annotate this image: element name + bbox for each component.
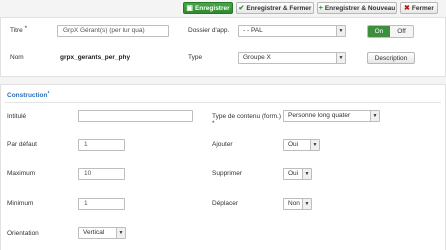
save-new-button[interactable]: + Enregistrer & Nouveau: [317, 2, 397, 14]
orientation-select[interactable]: Vertical ▼: [78, 227, 126, 239]
default-input[interactable]: 1: [78, 139, 125, 151]
max-label: Maximum: [7, 170, 36, 177]
content-type-required: *: [212, 120, 215, 127]
default-label: Par défaut: [7, 141, 37, 148]
move-select[interactable]: Non ▼: [283, 198, 312, 210]
check-icon: ✔: [238, 4, 245, 12]
chevron-down-icon: ▼: [302, 169, 311, 179]
title-input[interactable]: GrpX Gérant(s) (per lur qua): [57, 25, 169, 37]
toolbar: ▣ Enregistrer ✔ Enregistrer & Fermer + E…: [0, 0, 446, 17]
delete-select[interactable]: Oui ▼: [283, 168, 312, 180]
name-label: Nom: [10, 54, 24, 61]
add-label: Ajouter: [212, 141, 233, 148]
move-label: Déplacer: [212, 200, 239, 207]
orientation-label: Orientation: [7, 230, 39, 237]
add-select[interactable]: Oui ▼: [283, 139, 320, 151]
max-input[interactable]: 10: [78, 168, 125, 180]
intitule-input[interactable]: [78, 110, 193, 122]
construction-panel: [0, 84, 446, 250]
content-type-select[interactable]: Personne long quater ▼: [283, 110, 380, 122]
chevron-down-icon: ▼: [116, 228, 125, 238]
type-label: Type: [188, 54, 203, 61]
save-icon: ▣: [186, 4, 193, 12]
folder-label: Dossier d'app.: [188, 27, 230, 34]
intitule-label: Intitulé: [7, 113, 27, 120]
chevron-down-icon: ▼: [302, 199, 311, 209]
close-icon: ✖: [404, 4, 410, 12]
delete-label: Supprimer: [212, 170, 242, 177]
chevron-down-icon: ▼: [370, 111, 379, 121]
state-toggle[interactable]: On Off: [367, 25, 414, 38]
min-label: Minimum: [7, 200, 34, 207]
construction-title: Construction¹: [7, 90, 50, 99]
title-label: Titre *: [10, 25, 28, 34]
folder-select[interactable]: - - PAL ▼: [238, 25, 346, 37]
content-type-label: Type de contenu (form.): [212, 113, 282, 120]
chevron-down-icon: ▼: [336, 26, 345, 36]
toggle-off[interactable]: Off: [390, 26, 413, 37]
description-button[interactable]: Description: [367, 52, 415, 64]
divider: [5, 102, 441, 103]
plus-icon: +: [318, 4, 323, 12]
toggle-on[interactable]: On: [368, 26, 390, 37]
close-button[interactable]: ✖ Fermer: [400, 2, 438, 14]
save-button[interactable]: ▣ Enregistrer: [183, 2, 233, 14]
chevron-down-icon: ▼: [336, 53, 345, 63]
min-input[interactable]: 1: [78, 198, 125, 210]
name-value: grpx_gerants_per_phy: [60, 54, 131, 61]
chevron-down-icon: ▼: [310, 140, 319, 150]
save-close-button[interactable]: ✔ Enregistrer & Fermer: [236, 2, 314, 14]
type-select[interactable]: Groupe X ▼: [238, 52, 346, 64]
